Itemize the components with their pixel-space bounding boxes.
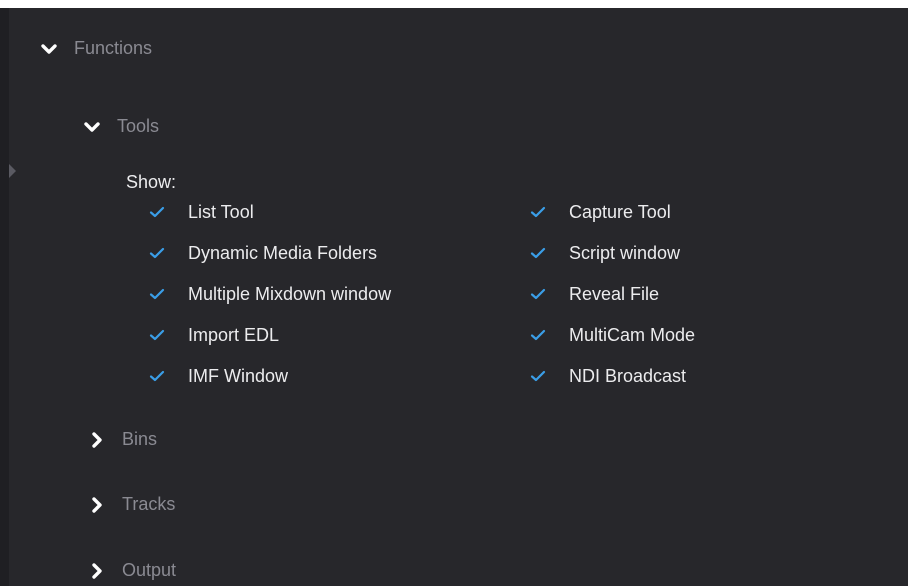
chevron-right-icon	[88, 562, 106, 580]
option-multicam-mode[interactable]: MultiCam Mode	[530, 321, 695, 349]
option-label: List Tool	[188, 201, 254, 222]
option-multiple-mixdown-window[interactable]: Multiple Mixdown window	[149, 280, 391, 308]
option-reveal-file[interactable]: Reveal File	[530, 280, 659, 308]
checkmark-icon[interactable]	[530, 286, 546, 302]
collapse-handle[interactable]	[9, 164, 16, 178]
section-label-tracks: Tracks	[122, 494, 176, 514]
show-label: Show:	[126, 172, 177, 192]
chevron-down-icon	[40, 40, 58, 58]
settings-panel: Functions Tools Show: List Tool Dynamic …	[9, 8, 908, 586]
checkmark-icon[interactable]	[530, 327, 546, 343]
option-label: MultiCam Mode	[569, 324, 696, 345]
option-label: Import EDL	[188, 324, 280, 345]
section-label-functions: Functions	[74, 38, 153, 58]
section-label-tools: Tools	[117, 116, 160, 136]
option-label: Script window	[569, 242, 681, 263]
checkmark-icon[interactable]	[149, 327, 165, 343]
option-label: NDI Broadcast	[569, 365, 687, 386]
checkmark-icon[interactable]	[530, 204, 546, 220]
option-dynamic-media-folders[interactable]: Dynamic Media Folders	[149, 239, 377, 267]
section-bins[interactable]: Bins	[88, 429, 157, 450]
section-label-bins: Bins	[122, 429, 158, 449]
checkmark-icon[interactable]	[149, 368, 165, 384]
option-capture-tool[interactable]: Capture Tool	[530, 198, 671, 226]
option-label: Multiple Mixdown window	[188, 283, 392, 304]
checkmark-icon[interactable]	[149, 245, 165, 261]
checkmark-icon[interactable]	[149, 204, 165, 220]
section-output[interactable]: Output	[88, 560, 176, 581]
checkmark-icon[interactable]	[530, 368, 546, 384]
chevron-right-icon	[88, 431, 106, 449]
option-imf-window[interactable]: IMF Window	[149, 362, 288, 390]
option-list-tool[interactable]: List Tool	[149, 198, 254, 226]
option-label: Capture Tool	[569, 201, 671, 222]
section-tools[interactable]: Tools	[83, 116, 159, 137]
option-ndi-broadcast[interactable]: NDI Broadcast	[530, 362, 686, 390]
chevron-down-icon	[83, 118, 101, 136]
section-tracks[interactable]: Tracks	[88, 494, 175, 515]
section-functions[interactable]: Functions	[40, 38, 152, 59]
option-label: Reveal File	[569, 283, 660, 304]
checkmark-icon[interactable]	[149, 286, 165, 302]
section-label-output: Output	[122, 560, 177, 580]
chevron-right-icon	[88, 496, 106, 514]
option-import-edl[interactable]: Import EDL	[149, 321, 279, 349]
checkmark-icon[interactable]	[530, 245, 546, 261]
left-strip	[0, 8, 9, 586]
option-label: IMF Window	[188, 365, 289, 386]
option-script-window[interactable]: Script window	[530, 239, 680, 267]
option-label: Dynamic Media Folders	[188, 242, 378, 263]
